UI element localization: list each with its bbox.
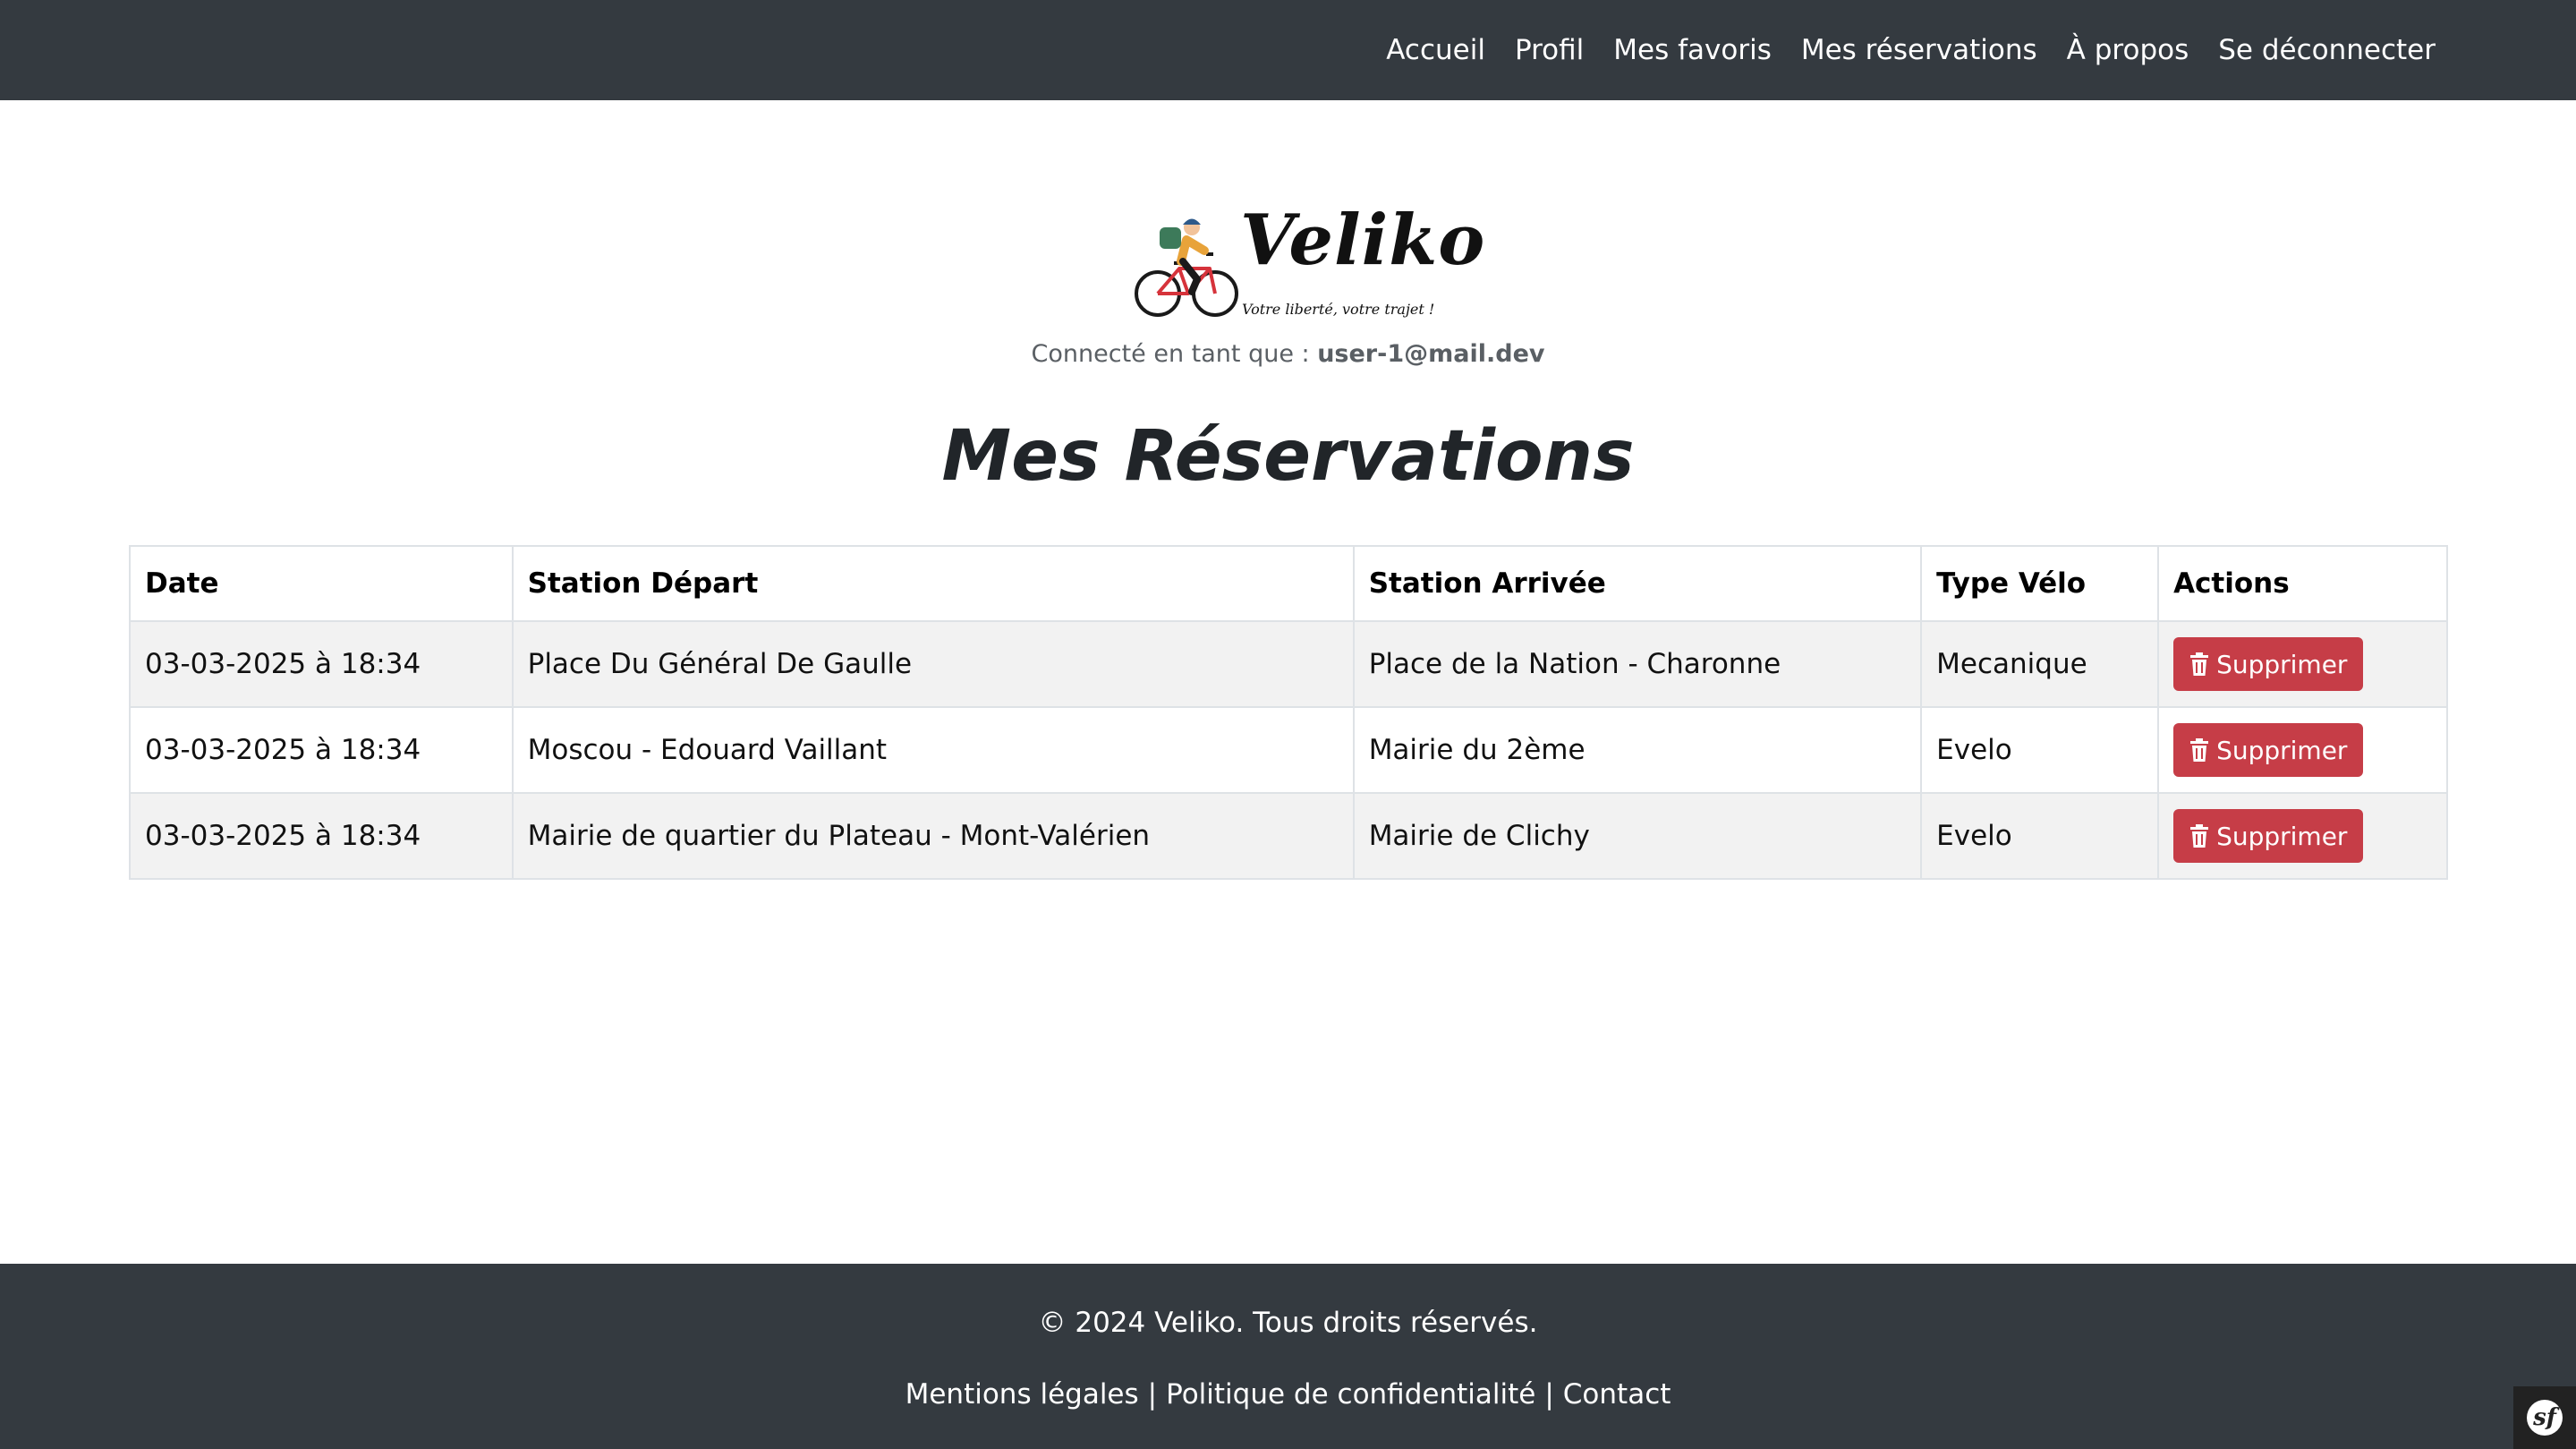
brand-logo: Veliko Votre liberté, votre trajet ! xyxy=(1133,202,1484,320)
symfony-toolbar-icon[interactable]: sf xyxy=(2513,1386,2576,1449)
footer-separator: | xyxy=(1147,1378,1158,1411)
column-header-station-depart: Station Départ xyxy=(511,545,1355,622)
table-row: 03-03-2025 à 18:34 Place Du Général De G… xyxy=(129,620,2448,708)
nav-link-mes-favoris[interactable]: Mes favoris xyxy=(1613,34,1772,66)
footer-separator: | xyxy=(1544,1378,1554,1411)
column-header-actions: Actions xyxy=(2157,545,2448,622)
delete-button-label: Supprimer xyxy=(2216,649,2348,679)
delete-button[interactable]: Supprimer xyxy=(2173,809,2364,863)
brand-name: Veliko xyxy=(1240,200,1486,281)
page-title: Mes Réservations xyxy=(941,416,1635,497)
nav-link-a-propos[interactable]: À propos xyxy=(2067,34,2189,66)
table-row: 03-03-2025 à 18:34 Moscou - Edouard Vail… xyxy=(129,706,2448,794)
cell-station-arrivee: Place de la Nation - Charonne xyxy=(1352,620,1923,708)
delete-button-label: Supprimer xyxy=(2216,821,2348,851)
page-footer: © 2024 Veliko. Tous droits réservés. Men… xyxy=(0,1264,2576,1449)
cell-date: 03-03-2025 à 18:34 xyxy=(129,706,514,794)
cell-type-velo: Evelo xyxy=(1920,792,2160,880)
trash-icon xyxy=(2190,824,2209,848)
nav-link-se-deconnecter[interactable]: Se déconnecter xyxy=(2218,34,2436,66)
connected-prefix: Connecté en tant que : xyxy=(1031,340,1310,368)
footer-link-mentions-legales[interactable]: Mentions légales xyxy=(905,1378,1139,1411)
connected-user-info: Connecté en tant que : user-1@mail.dev xyxy=(0,340,2576,368)
cell-date: 03-03-2025 à 18:34 xyxy=(129,792,514,880)
cyclist-illustration xyxy=(1135,218,1238,317)
trash-icon xyxy=(2190,652,2209,676)
cell-station-depart: Place Du Général De Gaulle xyxy=(511,620,1355,708)
cell-date: 03-03-2025 à 18:34 xyxy=(129,620,514,708)
footer-link-politique-confidentialite[interactable]: Politique de confidentialité xyxy=(1166,1378,1535,1411)
nav-link-mes-reservations[interactable]: Mes réservations xyxy=(1801,34,2037,66)
delete-button[interactable]: Supprimer xyxy=(2173,637,2364,691)
footer-link-contact[interactable]: Contact xyxy=(1563,1378,1671,1411)
delete-button-label: Supprimer xyxy=(2216,735,2348,765)
cell-station-arrivee: Mairie du 2ème xyxy=(1352,706,1923,794)
brand-tagline: Votre liberté, votre trajet ! xyxy=(1242,301,1435,318)
cell-type-velo: Mecanique xyxy=(1920,620,2160,708)
column-header-date: Date xyxy=(129,545,514,622)
nav-link-accueil[interactable]: Accueil xyxy=(1386,34,1485,66)
reservations-table: Date Station Départ Station Arrivée Type… xyxy=(129,545,2448,880)
page: Accueil Profil Mes favoris Mes réservati… xyxy=(0,0,2576,1449)
cell-station-depart: Moscou - Edouard Vaillant xyxy=(511,706,1355,794)
nav-link-profil[interactable]: Profil xyxy=(1515,34,1584,66)
user-email: user-1@mail.dev xyxy=(1317,340,1545,368)
table-header-row: Date Station Départ Station Arrivée Type… xyxy=(129,545,2448,622)
footer-copyright: © 2024 Veliko. Tous droits réservés. xyxy=(1038,1307,1538,1339)
delete-button[interactable]: Supprimer xyxy=(2173,723,2364,777)
footer-links: Mentions légales | Politique de confiden… xyxy=(0,1378,2576,1411)
column-header-station-arrivee: Station Arrivée xyxy=(1352,545,1923,622)
nav-menu: Accueil Profil Mes favoris Mes réservati… xyxy=(1386,0,2436,100)
cell-station-depart: Mairie de quartier du Plateau - Mont-Val… xyxy=(511,792,1355,880)
cell-type-velo: Evelo xyxy=(1920,706,2160,794)
cell-actions: Supprimer xyxy=(2157,620,2448,708)
table-row: 03-03-2025 à 18:34 Mairie de quartier du… xyxy=(129,792,2448,880)
top-navbar: Accueil Profil Mes favoris Mes réservati… xyxy=(0,0,2576,100)
cell-actions: Supprimer xyxy=(2157,706,2448,794)
cell-actions: Supprimer xyxy=(2157,792,2448,880)
column-header-type-velo: Type Vélo xyxy=(1920,545,2160,622)
cell-station-arrivee: Mairie de Clichy xyxy=(1352,792,1923,880)
trash-icon xyxy=(2190,738,2209,762)
